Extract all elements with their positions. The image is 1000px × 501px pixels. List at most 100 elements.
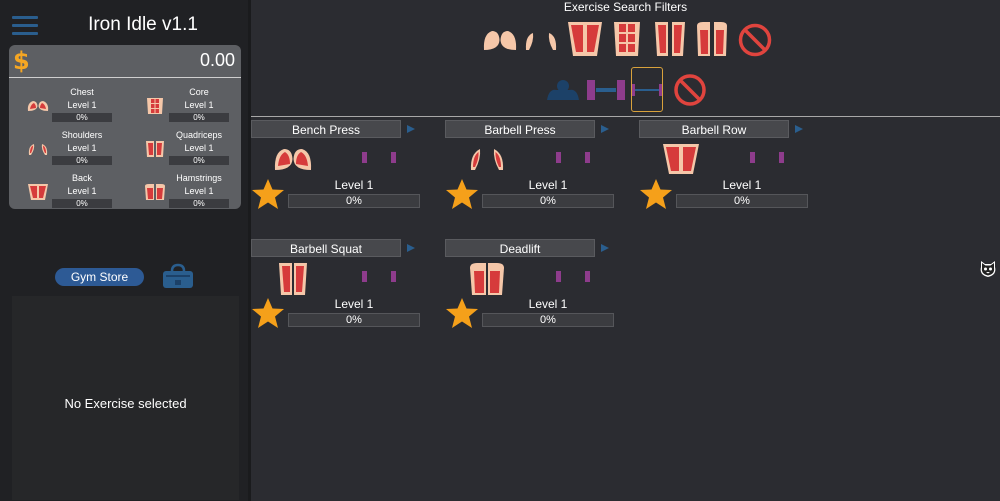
app-title: Iron Idle v1.1 [88,14,198,35]
exercise-level: Level 1 [334,297,374,311]
exercise-level: Level 1 [334,178,374,192]
star-icon [252,298,284,328]
exercise-card-bench-press: Bench Press Level 1 0% [251,120,441,220]
exercise-progress-bar: 0% [288,313,420,327]
muscle-level: Level 1 [67,186,97,196]
exercise-name-button[interactable]: Bench Press [251,120,401,138]
filter-chest-icon[interactable] [482,26,518,54]
muscle-stat-chest: Chest Level 1 0% [14,87,124,127]
hamstrings-icon [145,184,165,200]
muscle-name: Core [189,87,209,97]
exercise-progress-bar: 0% [288,194,420,208]
dollar-icon: $ [13,47,30,75]
exercise-progress-bar: 0% [676,194,808,208]
chest-icon [27,101,49,111]
muscle-progress-bar: 0% [169,113,229,122]
back-icon [28,184,48,200]
exercise-progress-bar: 0% [482,313,614,327]
muscle-level: Level 1 [184,100,214,110]
exercise-card-barbell-row: Barbell Row Level 1 0% [639,120,829,220]
equipment-plate-icon [362,271,367,282]
exercise-name-button[interactable]: Barbell Press [445,120,595,138]
exercise-level: Level 1 [528,297,568,311]
equipment-plate-icon [585,271,590,282]
filters-divider [251,116,1000,117]
muscle-name: Shoulders [61,130,103,140]
muscle-progress-bar: 0% [52,199,112,208]
shoulders-icon [470,149,504,170]
muscle-stat-shoulders: Shoulders Level 1 0% [14,130,124,170]
equipment-plate-icon [391,271,396,282]
exercise-level: Level 1 [722,178,762,192]
exercise-card-deadlift: Deadlift Level 1 0% [445,239,635,339]
filter-quadriceps-icon[interactable] [653,20,687,58]
exercise-card-barbell-squat: Barbell Squat Level 1 0% [251,239,441,339]
filter-bodyweight-icon[interactable] [545,78,581,102]
arrow-right-icon[interactable] [405,242,419,254]
no-exercise-text: No Exercise selected [64,396,187,411]
wallet-divider [9,77,241,78]
chest-icon [274,149,312,170]
equipment-plate-icon [391,152,396,163]
exercise-progress-bar: 0% [482,194,614,208]
arrow-right-icon[interactable] [599,123,613,135]
muscle-progress-bar: 0% [52,113,112,122]
filter-dumbbell-icon[interactable] [586,80,626,100]
muscle-progress-bar: 0% [169,199,229,208]
equipment-plate-icon [750,152,755,163]
muscle-stat-hamstrings: Hamstrings Level 1 0% [131,173,241,213]
muscle-level: Level 1 [184,186,214,196]
star-icon [252,179,284,209]
filter-core-icon[interactable] [610,20,644,58]
exercise-name-button[interactable]: Barbell Squat [251,239,401,257]
barbell-icon [632,84,662,96]
muscle-name: Back [71,173,92,183]
muscle-level: Level 1 [184,143,214,153]
clear-equipment-filter-icon[interactable] [673,73,707,107]
filter-back-icon[interactable] [566,20,604,58]
equipment-plate-icon [362,152,367,163]
equipment-plate-icon [556,271,561,282]
equipment-plate-icon [585,152,590,163]
exercise-level: Level 1 [528,178,568,192]
exercise-name-button[interactable]: Barbell Row [639,120,789,138]
equipment-plate-icon [779,152,784,163]
shoulders-icon [28,144,48,155]
muscle-stat-core: Core Level 1 0% [131,87,241,127]
filter-barbell-button[interactable] [631,67,663,112]
muscle-name: Hamstrings [176,173,222,183]
back-icon [663,144,699,174]
wallet-panel: $ 0.00 Chest Level 1 0% Core Level 1 0% … [9,45,241,209]
muscle-progress-bar: 0% [52,156,112,165]
sidebar: Iron Idle v1.1 $ 0.00 Chest Level 1 0% C… [0,0,251,501]
filters-title: Exercise Search Filters [563,0,688,14]
muscle-level: Level 1 [67,100,97,110]
star-icon [446,179,478,209]
muscle-name: Chest [70,87,94,97]
exercise-detail-panel: No Exercise selected [12,296,239,500]
filter-shoulders-icon[interactable] [523,28,559,54]
arrow-right-icon[interactable] [599,242,613,254]
hamburger-menu-icon[interactable] [12,16,38,36]
muscle-level: Level 1 [67,143,97,153]
exercise-name-button[interactable]: Deadlift [445,239,595,257]
muscle-progress-bar: 0% [169,156,229,165]
filter-hamstrings-icon[interactable] [695,20,729,58]
arrow-right-icon[interactable] [793,123,807,135]
hamstrings-icon [470,263,504,295]
equipment-plate-icon [556,152,561,163]
star-icon [640,179,672,209]
star-icon [446,298,478,328]
clear-muscle-filter-icon[interactable] [737,22,773,58]
core-icon [147,98,163,114]
arrow-right-icon[interactable] [405,123,419,135]
money-value: 0.00 [199,50,235,70]
exercise-card-barbell-press: Barbell Press Level 1 0% [445,120,635,220]
gym-bag-icon[interactable] [161,263,195,289]
quadriceps-icon [146,141,164,157]
muscle-stat-quadriceps: Quadriceps Level 1 0% [131,130,241,170]
muscle-stat-back: Back Level 1 0% [14,173,124,213]
quadriceps-icon [279,263,307,295]
cat-icon[interactable] [979,259,997,279]
gym-store-button[interactable]: Gym Store [55,268,144,286]
